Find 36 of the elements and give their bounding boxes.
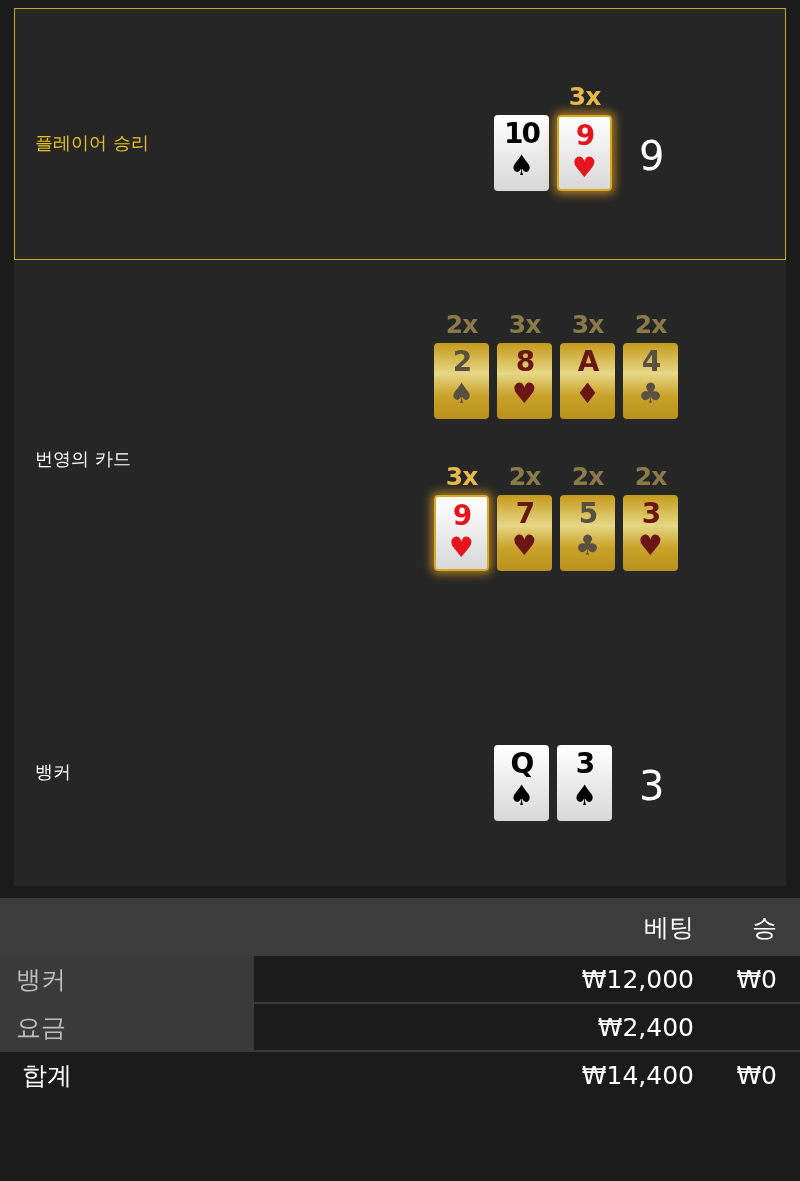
playing-card: 5 ♣ [560, 495, 615, 571]
playing-card: 7 ♥ [497, 495, 552, 571]
playing-card: Q ♠ [494, 745, 549, 821]
row-label: 합계 [21, 1059, 73, 1092]
multiplier: 3x [568, 81, 601, 113]
row-label: 뱅커 [0, 956, 254, 1002]
multiplier: 3x [445, 461, 478, 493]
playing-card: 4 ♣ [623, 343, 678, 419]
playing-card: 9 ♥ [434, 495, 489, 571]
bet-amount: ₩2,400 [596, 1012, 694, 1042]
multiplier: 3x [508, 309, 541, 341]
playing-card: 3 ♠ [557, 745, 612, 821]
bet-amount: ₩12,000 [580, 964, 694, 994]
row-label: 요금 [0, 1004, 254, 1050]
multiplier: 2x [571, 461, 604, 493]
playing-card: 9 ♥ [557, 115, 612, 191]
hand-label: 뱅커 [34, 761, 72, 783]
hand-label: 플레이어 승리 [34, 132, 150, 154]
column-header: 승 [751, 911, 777, 944]
hand-score: 3 [639, 763, 666, 809]
win-amount: ₩0 [735, 1060, 777, 1090]
multiplier: 2x [508, 461, 541, 493]
multiplier: 2x [634, 461, 667, 493]
win-amount: ₩0 [735, 964, 777, 994]
bet-amount: ₩14,400 [580, 1060, 694, 1090]
multiplier: 2x [634, 309, 667, 341]
multiplier: 2x [445, 309, 478, 341]
column-header: 베팅 [643, 911, 694, 944]
multiplier: 3x [571, 309, 604, 341]
playing-card: 10 ♠ [494, 115, 549, 191]
hand-score: 9 [639, 133, 666, 179]
playing-card: 3 ♥ [623, 495, 678, 571]
playing-card: 8 ♥ [497, 343, 552, 419]
hand-label: 번영의 카드 [34, 448, 132, 470]
playing-card: 2 ♠ [434, 343, 489, 419]
playing-card: A ♦ [560, 343, 615, 419]
